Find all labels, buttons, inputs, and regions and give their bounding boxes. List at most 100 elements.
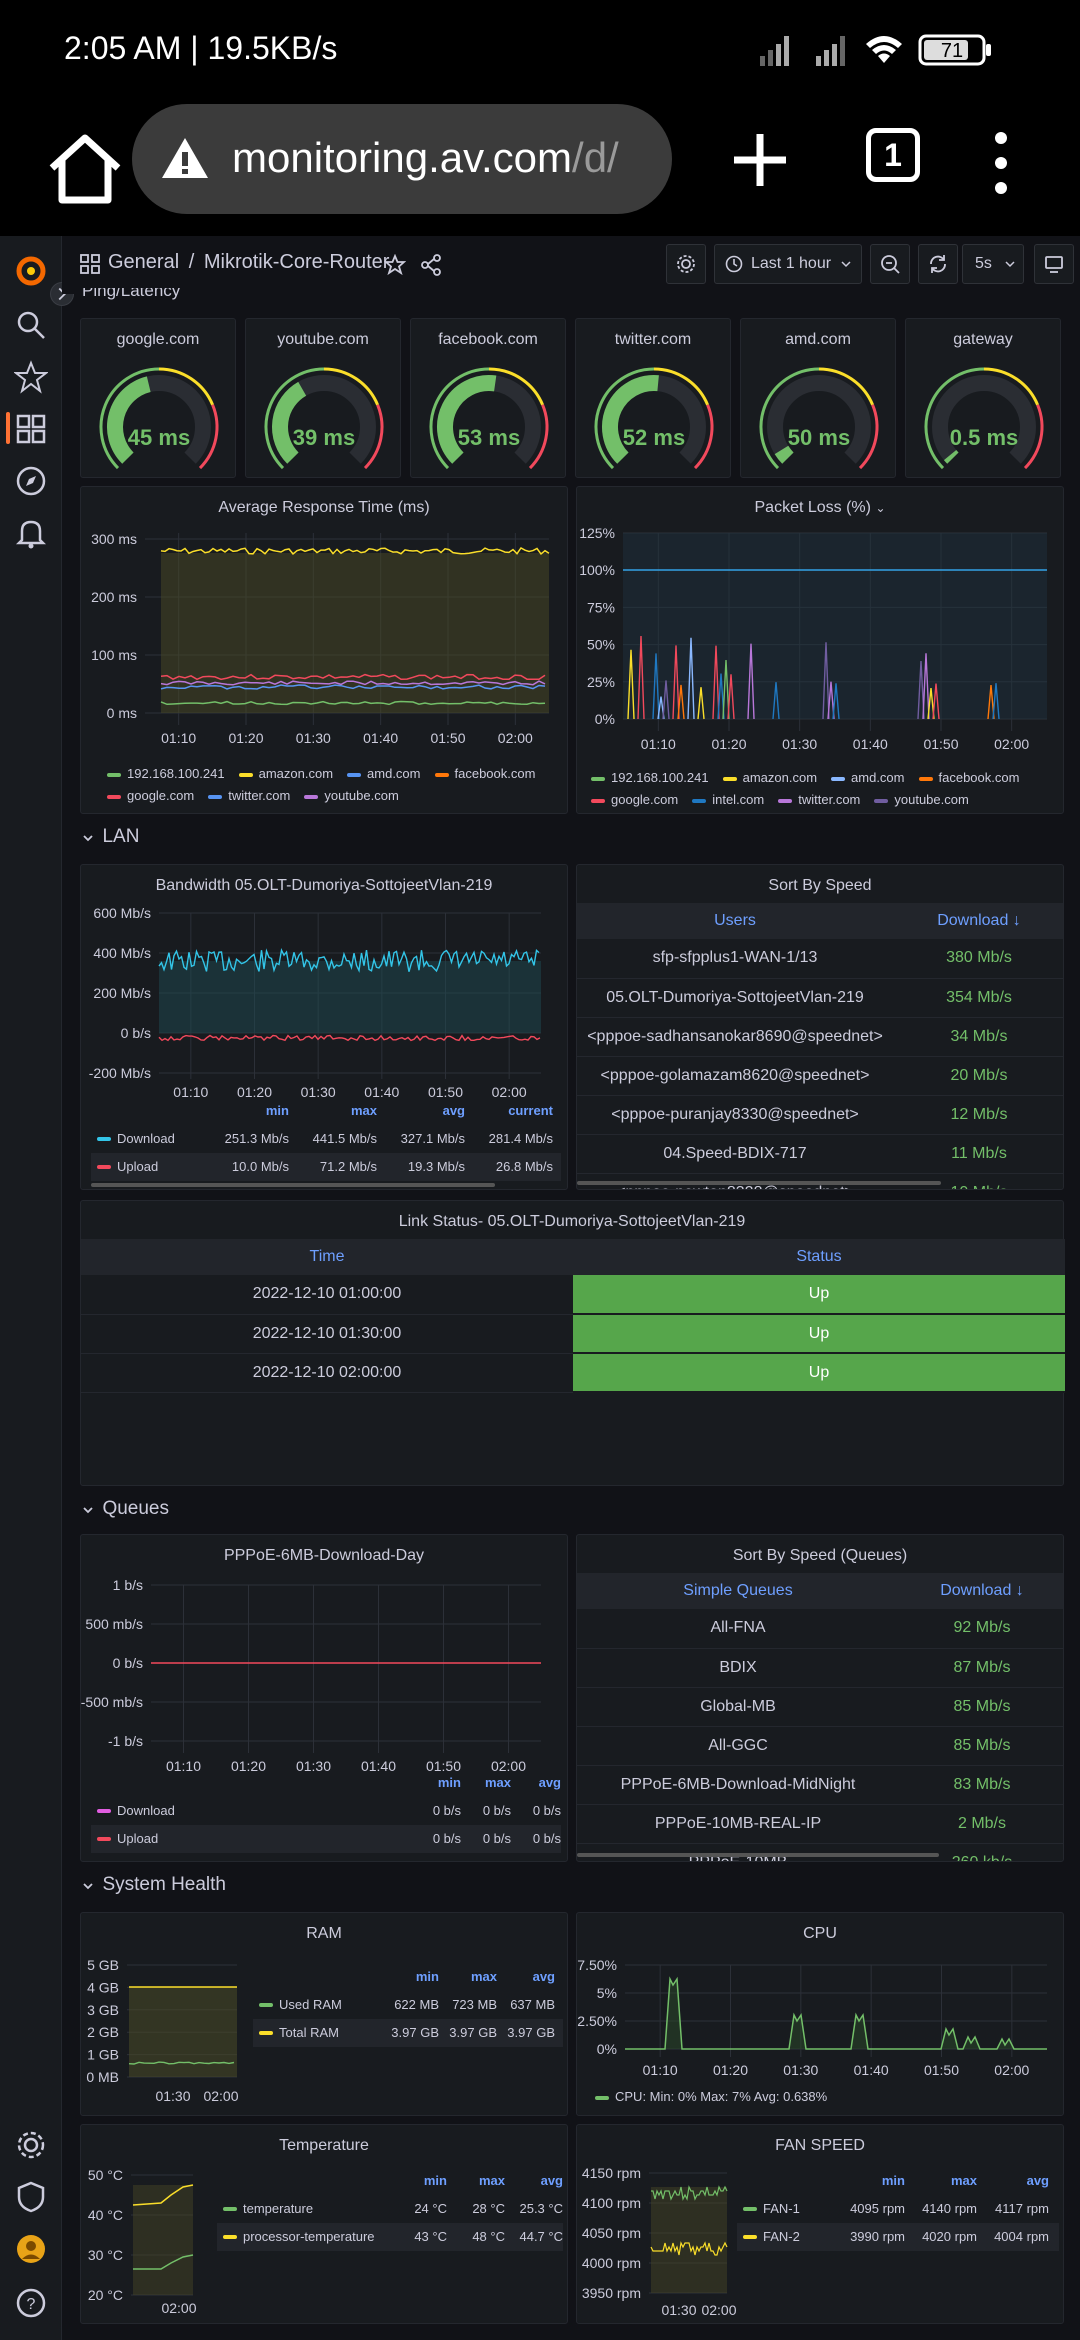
legend-column-header[interactable]: avg [511,1775,561,1790]
legend-item[interactable]: youtube.com [874,789,969,811]
more-menu-icon[interactable] [986,128,1016,198]
horizontal-scrollbar[interactable] [577,1853,939,1857]
ram-chart[interactable]: 5 GB 4 GB 3 GB 2 GB 1 GB 0 MB 01:30 02:00 [81,1957,251,2107]
star-icon[interactable] [384,254,406,276]
legend-item[interactable]: amazon.com [238,763,333,785]
pppoe-chart[interactable]: 1 b/s 500 mb/s 0 b/s -500 mb/s -1 b/s 01:10 01… [81,1575,569,1775]
refresh-button[interactable] [918,244,958,284]
temperature-chart[interactable]: 50 °C 40 °C 30 °C 20 °C 02:00 [81,2165,231,2319]
search-icon[interactable] [14,308,48,342]
dashboards-icon[interactable] [14,412,48,446]
legend-column-header[interactable]: avg [377,1103,465,1118]
legend-row[interactable]: processor-temperature 43 °C 48 °C 44.7 °C [217,2223,563,2251]
zoom-out-button[interactable] [870,244,910,284]
legend-column-header[interactable]: max [439,1969,497,1984]
horizontal-scrollbar[interactable] [577,1181,941,1185]
panel-title[interactable]: RAM [81,1925,567,1943]
legend-item[interactable]: 192.168.100.241 [107,763,225,785]
legend-row[interactable]: Download 0 b/s 0 b/s 0 b/s [91,1797,561,1825]
gauge-title[interactable]: amd.com [741,331,895,349]
dashboard-title[interactable]: Mikrotik-Core-Router [204,251,390,273]
row-ping-latency[interactable]: Ping/Latency [82,288,180,300]
legend-column-header[interactable]: min [411,1775,461,1790]
panel-title[interactable]: Link Status- 05.OLT-Dumoriya-SottojeetVl… [81,1213,1063,1231]
legend-item[interactable]: facebook.com [918,767,1019,789]
table-row[interactable]: <pppoe-sadhansanokar8690@speednet> 34 Mb/… [577,1017,1063,1057]
table-row[interactable]: sfp-sfpplus1-WAN-1/13 380 Mb/s [577,939,1063,979]
star-icon[interactable] [14,360,48,394]
panel-title[interactable]: FAN SPEED [577,2137,1063,2155]
table-row[interactable]: 2022-12-10 02:00:00 Up [81,1353,1065,1393]
column-header-users[interactable]: Users [577,903,893,939]
legend-item[interactable]: 192.168.100.241 [591,767,709,789]
alerting-icon[interactable] [14,516,48,550]
panel-title[interactable]: Average Response Time (ms) [81,499,567,517]
panel-title[interactable]: Sort By Speed (Queues) [577,1547,1063,1565]
legend-column-header[interactable]: min [201,1103,289,1118]
table-row[interactable]: All-GGC 85 Mb/s [577,1726,1063,1766]
legend-item[interactable]: youtube.com [304,785,399,807]
table-row[interactable]: All-FNA 92 Mb/s [577,1609,1063,1649]
legend-item[interactable]: facebook.com [434,763,535,785]
legend-column-header[interactable]: min [389,2173,447,2188]
address-bar[interactable]: monitoring.av.com/d/ [132,104,672,214]
panel-title[interactable]: Packet Loss (%) ⌄ [577,499,1063,517]
legend-row[interactable]: Download 251.3 Mb/s 441.5 Mb/s 327.1 Mb/s 28… [91,1125,561,1153]
column-header-time[interactable]: Time [81,1239,573,1275]
legend-row[interactable]: Total RAM 3.97 GB 3.97 GB 3.97 GB [253,2019,563,2047]
legend-column-header[interactable]: max [289,1103,377,1118]
panel-title[interactable]: Bandwidth 05.OLT-Dumoriya-SottojeetVlan-… [81,877,567,895]
table-row[interactable]: BDIX 87 Mb/s [577,1648,1063,1688]
panel-title[interactable]: PPPoE-6MB-Download-Day [81,1547,567,1565]
legend-item[interactable]: google.com [591,789,678,811]
legend-item[interactable]: google.com [107,785,194,807]
column-header-download[interactable]: Download ↓ [899,1573,1063,1609]
avg-response-chart[interactable]: 300 ms 200 ms 100 ms 0 ms 01:10 01:20 01:30 01:… [81,527,569,763]
table-row[interactable]: PPPoE-10MB-REAL-IP 2 Mb/s [577,1804,1063,1844]
home-icon[interactable] [40,124,130,214]
table-row[interactable]: <pppoe-golamazam8620@speednet> 20 Mb/s [577,1056,1063,1096]
legend-column-header[interactable]: max [905,2173,977,2188]
column-header-status[interactable]: Status [573,1239,1065,1275]
legend-item[interactable]: twitter.com [778,789,860,811]
time-picker[interactable]: Last 1 hour [714,244,862,284]
legend-item[interactable]: amd.com [831,767,905,789]
legend-row[interactable]: FAN-1 4095 rpm 4140 rpm 4117 rpm [737,2195,1059,2223]
legend-row[interactable]: Upload 0 b/s 0 b/s 0 b/s [91,1825,561,1853]
settings-icon[interactable] [14,2128,48,2162]
grafana-logo-icon[interactable] [14,254,48,288]
column-header-queues[interactable]: Simple Queues [577,1573,899,1609]
legend-item[interactable]: amazon.com [722,767,817,789]
legend-row[interactable]: Upload 10.0 Mb/s 71.2 Mb/s 19.3 Mb/s 26.8 Mb… [91,1153,561,1181]
legend-column-header[interactable]: min [833,2173,905,2188]
legend-column-header[interactable]: avg [505,2173,563,2188]
fan-speed-chart[interactable]: 4150 rpm 4100 rpm 4050 rpm 4000 rpm 3950 rpm… [577,2165,747,2319]
legend-item[interactable]: amd.com [347,763,421,785]
dashboard-settings-button[interactable] [666,244,706,284]
row-queues[interactable]: Queues [82,1498,169,1520]
panel-title[interactable]: CPU [577,1925,1063,1943]
shield-icon[interactable] [14,2180,48,2214]
explore-icon[interactable] [14,464,48,498]
table-row[interactable]: 04.Speed-BDIX-717 11 Mb/s [577,1134,1063,1174]
panel-title[interactable]: Sort By Speed [577,877,1063,895]
gauge-title[interactable]: google.com [81,331,235,349]
table-row[interactable]: 2022-12-10 01:30:00 Up [81,1314,1065,1354]
legend-column-header[interactable]: current [465,1103,553,1118]
legend-column-header[interactable]: avg [497,1969,555,1984]
url-text[interactable]: monitoring.av.com/d/ [232,134,619,182]
legend-row[interactable]: FAN-2 3990 rpm 4020 rpm 4004 rpm [737,2223,1059,2251]
horizontal-scrollbar[interactable] [91,1183,495,1187]
bandwidth-chart[interactable]: 600 Mb/s 400 Mb/s 200 Mb/s 0 b/s -200 Mb/s 01… [81,903,569,1103]
table-row[interactable]: PPPoE-6MB-Download-MidNight 83 Mb/s [577,1765,1063,1805]
new-tab-icon[interactable] [728,128,792,192]
gauge-title[interactable]: gateway [906,331,1060,349]
breadcrumb-folder[interactable]: General [108,251,179,273]
legend-item[interactable]: intel.com [692,789,764,811]
refresh-interval-picker[interactable]: 5s [962,244,1024,284]
legend-row[interactable]: temperature 24 °C 28 °C 25.3 °C [217,2195,563,2223]
column-header-download[interactable]: Download ↓ [893,903,1063,939]
panel-title[interactable]: Temperature [81,2137,567,2155]
gauge-title[interactable]: twitter.com [576,331,730,349]
gauge-title[interactable]: youtube.com [246,331,400,349]
